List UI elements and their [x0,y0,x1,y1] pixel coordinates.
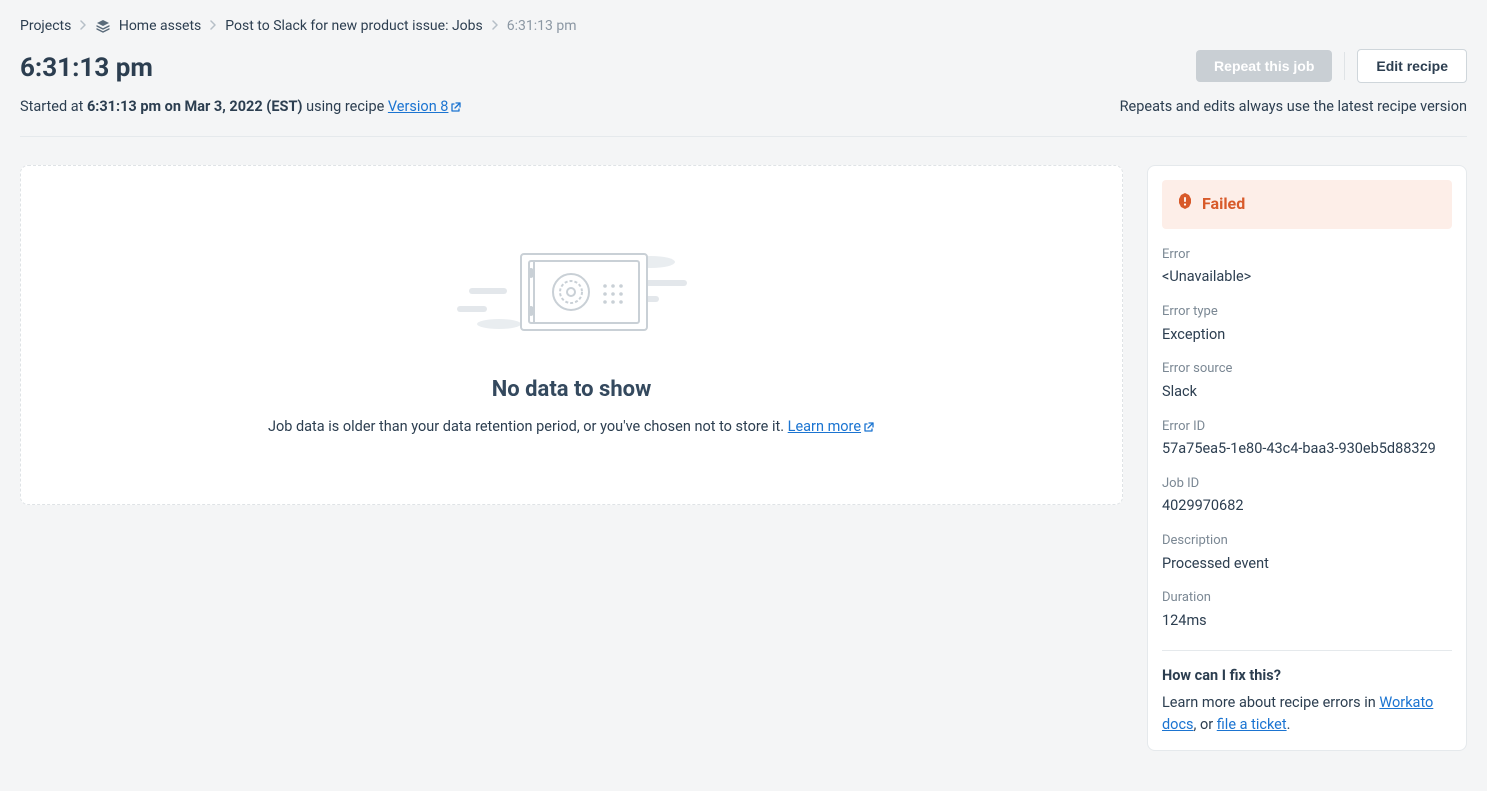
error-icon [1176,192,1194,217]
error-type-label: Error type [1162,302,1452,322]
job-id-value: 4029970682 [1162,495,1452,517]
job-id-label: Job ID [1162,474,1452,494]
error-id-value: 57a75ea5-1e80-43c4-baa3-930eb5d88329 [1162,438,1452,460]
learn-more-link[interactable]: Learn more [788,418,875,435]
breadcrumb-current: 6:31:13 pm [507,16,577,37]
description-value: Processed event [1162,553,1452,575]
recipe-version-link[interactable]: Version 8 [388,98,463,115]
error-id-label: Error ID [1162,417,1452,437]
breadcrumb-home-assets-label: Home assets [119,18,201,34]
latest-version-note: Repeats and edits always use the latest … [1120,96,1467,118]
page-title: 6:31:13 pm [20,49,153,88]
breadcrumb-home-assets[interactable]: Home assets [95,16,201,37]
fix-title: How can I fix this? [1162,665,1452,687]
action-divider [1344,52,1345,80]
error-type-value: Exception [1162,324,1452,346]
no-data-card: No data to show Job data is older than y… [20,165,1123,505]
breadcrumb: Projects Home assets Post to Slack for n… [20,16,1467,37]
empty-state-text: Job data is older than your data retenti… [268,416,875,438]
breadcrumb-projects[interactable]: Projects [20,16,71,37]
status-label: Failed [1202,192,1245,216]
header-divider [20,136,1467,137]
external-link-icon [863,421,875,433]
job-details-panel: Failed Error <Unavailable> Error type Ex… [1147,165,1467,751]
error-source-label: Error source [1162,359,1452,379]
duration-value: 124ms [1162,610,1452,632]
started-at-text: Started at 6:31:13 pm on Mar 3, 2022 (ES… [20,96,462,118]
error-value: <Unavailable> [1162,266,1452,288]
repeat-job-button[interactable]: Repeat this job [1196,50,1332,82]
description-label: Description [1162,531,1452,551]
side-divider [1162,650,1452,651]
duration-label: Duration [1162,588,1452,608]
edit-recipe-button[interactable]: Edit recipe [1357,49,1467,83]
layers-icon [95,19,111,33]
fix-text: Learn more about recipe errors in Workat… [1162,692,1452,736]
started-at-timestamp: 6:31:13 pm on Mar 3, 2022 (EST) [87,98,303,115]
file-ticket-link[interactable]: file a ticket [1217,716,1287,733]
header-actions: Repeat this job Edit recipe [1196,49,1467,83]
external-link-icon [450,101,462,113]
error-source-value: Slack [1162,381,1452,403]
safe-illustration-icon [437,232,707,349]
chevron-right-icon [209,16,217,37]
error-label: Error [1162,245,1452,265]
chevron-right-icon [491,16,499,37]
status-banner: Failed [1162,180,1452,229]
breadcrumb-recipe-jobs[interactable]: Post to Slack for new product issue: Job… [225,16,482,37]
chevron-right-icon [79,16,87,37]
empty-state-title: No data to show [492,373,652,406]
